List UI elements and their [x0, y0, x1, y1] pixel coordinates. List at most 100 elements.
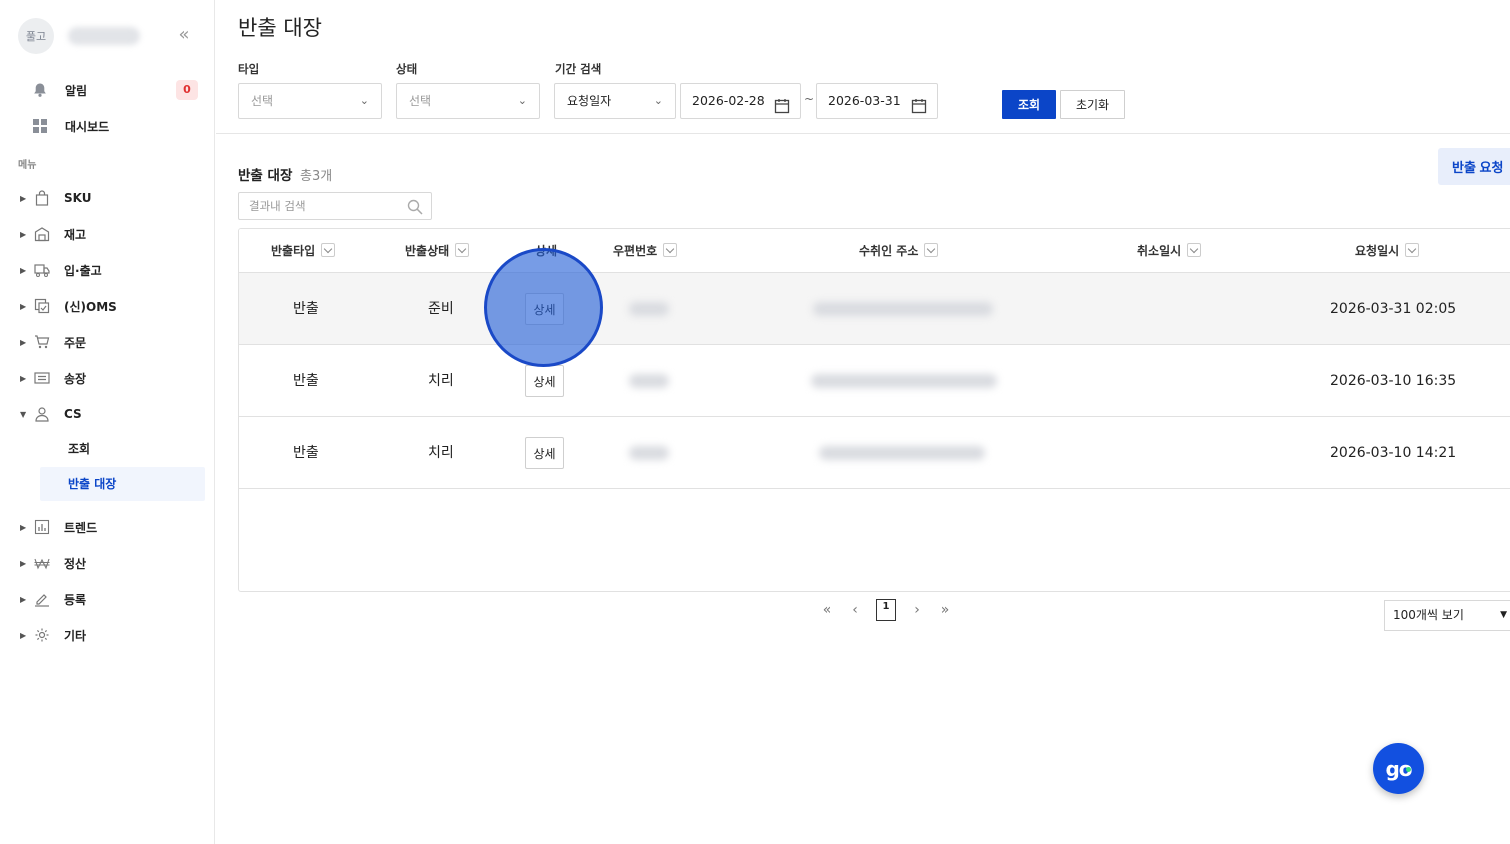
sidebar-item-sku[interactable]: ▶ SKU — [20, 187, 91, 209]
list-count: 총3개 — [300, 169, 333, 184]
cell-zipcode-redacted — [629, 374, 669, 388]
calendar-icon[interactable] — [774, 93, 790, 114]
chevron-down-icon: ⌄ — [517, 94, 527, 107]
sidebar-item-label: 정산 — [64, 556, 87, 571]
table-row[interactable]: 반출 치리 상세 2026-03-10 16:35 — [239, 345, 1510, 417]
start-date-value: 2026-02-28 — [692, 93, 765, 108]
cell-address-redacted — [811, 374, 997, 388]
sidebar: 풀고 « 알림 0 대시보드 메뉴 ▶ SKU ▶ 재고 ▶ 입·출고 ▶ (신… — [0, 0, 215, 844]
column-header-address[interactable]: 수취인 주소 — [859, 229, 939, 273]
sidebar-item-inventory[interactable]: ▶ 재고 — [20, 223, 86, 245]
return-ledger-table: 반출타입 반출상태 상세 우편번호 수취인 주소 취소일시 요청일시 반출 준비… — [238, 228, 1510, 592]
sidebar-item-settlement[interactable]: ▶ 정산 — [20, 552, 86, 574]
cell-return-status: 치리 — [428, 445, 454, 461]
gear-icon — [32, 625, 52, 645]
cell-return-status: 치리 — [428, 373, 454, 389]
last-page-icon[interactable]: » — [938, 602, 952, 618]
end-date-input[interactable]: 2026-03-31 — [816, 83, 938, 119]
table-row[interactable]: 반출 준비 상세 2026-03-31 02:05 — [239, 273, 1510, 345]
sidebar-item-label: CS — [64, 407, 82, 421]
filter-period-label: 기간 검색 — [555, 62, 602, 76]
pencil-icon — [32, 589, 52, 609]
sidebar-item-alerts[interactable]: 알림 — [30, 79, 87, 101]
bag-icon — [32, 188, 52, 208]
search-button[interactable]: 조회 — [1002, 90, 1056, 119]
sidebar-subitem-return-ledger[interactable]: 반출 대장 — [40, 467, 205, 501]
sidebar-subitem-lookup[interactable]: 조회 — [40, 432, 205, 466]
detail-button[interactable]: 상세 — [525, 293, 564, 325]
sidebar-item-label: 트렌드 — [64, 520, 98, 535]
filter-dropdown-icon[interactable] — [455, 243, 470, 257]
avatar[interactable]: 풀고 — [18, 18, 54, 54]
cell-zipcode-redacted — [629, 302, 669, 316]
sidebar-item-etc[interactable]: ▶ 기타 — [20, 624, 86, 646]
cell-zipcode-redacted — [629, 446, 669, 460]
sidebar-item-register[interactable]: ▶ 등록 — [20, 588, 86, 610]
detail-button[interactable]: 상세 — [525, 365, 564, 397]
main-content: 반출 대장 타입 선택 ⌄ 상태 선택 ⌄ 기간 검색 요청일자 ⌄ 2026-… — [216, 0, 1510, 844]
sidebar-item-invoice[interactable]: ▶ 송장 — [20, 367, 86, 389]
go-chat-icon[interactable]: go — [1373, 743, 1424, 794]
status-select[interactable]: 선택 ⌄ — [396, 83, 540, 119]
filter-dropdown-icon[interactable] — [1187, 243, 1202, 257]
sidebar-item-dashboard[interactable]: 대시보드 — [30, 115, 109, 137]
current-page[interactable]: 1 — [876, 599, 896, 621]
column-header-return-type[interactable]: 반출타입 — [271, 229, 336, 273]
bell-icon — [30, 80, 50, 100]
detail-button[interactable]: 상세 — [525, 437, 564, 469]
type-select-value: 선택 — [251, 94, 274, 108]
page-size-select[interactable]: 100개씩 보기 ▼ — [1384, 600, 1510, 631]
alert-count-badge: 0 — [176, 80, 198, 100]
filter-status-label: 상태 — [396, 62, 418, 76]
filter-dropdown-icon[interactable] — [1405, 243, 1420, 257]
result-search-input[interactable]: 결과내 검색 — [238, 192, 432, 220]
sidebar-item-label: 기타 — [64, 628, 87, 643]
type-select[interactable]: 선택 ⌄ — [238, 83, 382, 119]
prev-page-icon[interactable]: ‹ — [848, 602, 862, 618]
sidebar-item-oms[interactable]: ▶ (신)OMS — [20, 295, 117, 317]
pagination: « ‹ 1 › » — [820, 598, 952, 622]
sidebar-item-label: 송장 — [64, 371, 87, 386]
start-date-input[interactable]: 2026-02-28 — [680, 83, 801, 119]
column-header-cancel-date[interactable]: 취소일시 — [1137, 229, 1202, 273]
filter-dropdown-icon[interactable] — [924, 243, 939, 257]
table-row[interactable]: 반출 치리 상세 2026-03-10 14:21 — [239, 417, 1510, 489]
cell-address-redacted — [813, 302, 993, 316]
sidebar-item-label: 등록 — [64, 592, 87, 607]
next-page-icon[interactable]: › — [910, 602, 924, 618]
cart-icon — [32, 332, 52, 352]
sidebar-item-inbound-outbound[interactable]: ▶ 입·출고 — [20, 259, 102, 281]
filter-dropdown-icon[interactable] — [321, 243, 336, 257]
sidebar-item-label: (신)OMS — [64, 299, 117, 314]
result-search-placeholder: 결과내 검색 — [249, 199, 306, 213]
column-header-request-date[interactable]: 요청일시 — [1355, 229, 1420, 273]
cell-return-type: 반출 — [293, 301, 319, 317]
search-icon[interactable] — [407, 198, 423, 215]
caret-down-icon: ▼ — [20, 409, 27, 419]
calendar-icon[interactable] — [911, 93, 927, 114]
return-request-button[interactable]: 반출 요청 — [1438, 148, 1510, 185]
page-size-value: 100개씩 보기 — [1393, 608, 1464, 622]
cell-request-date: 2026-03-10 14:21 — [1330, 445, 1457, 461]
reset-button[interactable]: 초기화 — [1060, 90, 1125, 119]
sidebar-item-orders[interactable]: ▶ 주문 — [20, 331, 86, 353]
truck-icon — [32, 260, 52, 280]
bar-chart-icon — [32, 517, 52, 537]
filter-type-label: 타입 — [238, 62, 260, 76]
column-header-return-status[interactable]: 반출상태 — [405, 229, 470, 273]
cell-return-type: 반출 — [293, 373, 319, 389]
period-basis-select[interactable]: 요청일자 ⌄ — [554, 83, 676, 119]
sidebar-item-cs[interactable]: ▼ CS — [20, 403, 82, 425]
section-divider — [216, 133, 1510, 134]
first-page-icon[interactable]: « — [820, 602, 834, 618]
double-chevron-left-icon[interactable]: « — [174, 25, 194, 45]
sidebar-item-trend[interactable]: ▶ 트렌드 — [20, 516, 97, 538]
sidebar-item-label: 재고 — [64, 227, 87, 242]
caret-down-icon: ▼ — [1500, 610, 1507, 620]
status-select-value: 선택 — [409, 94, 432, 108]
chevron-down-icon: ⌄ — [653, 94, 663, 107]
column-header-zipcode[interactable]: 우편번호 — [613, 229, 678, 273]
filter-dropdown-icon[interactable] — [663, 243, 678, 257]
invoice-icon — [32, 368, 52, 388]
cell-request-date: 2026-03-31 02:05 — [1330, 301, 1457, 317]
